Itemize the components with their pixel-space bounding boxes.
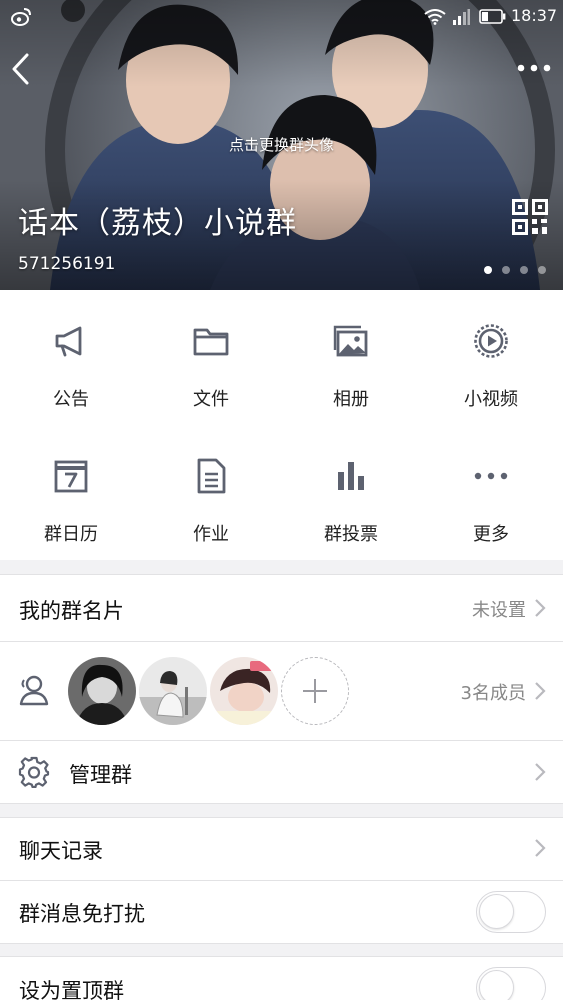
chevron-right-icon xyxy=(535,763,546,781)
weibo-icon xyxy=(11,8,31,26)
gear-icon xyxy=(18,756,50,788)
mute-row: 群消息免打扰 xyxy=(0,881,563,943)
feature-label: 群日历 xyxy=(44,524,98,545)
pin-toggle[interactable] xyxy=(476,967,546,1000)
document-icon xyxy=(197,458,226,494)
pin-title: 设为置顶群 xyxy=(19,979,124,1000)
manage-group-row[interactable]: 管理群 xyxy=(0,741,563,803)
calendar-icon xyxy=(54,460,88,493)
chevron-right-icon xyxy=(535,599,546,617)
chevron-right-icon xyxy=(535,682,546,700)
members-icon xyxy=(19,675,49,706)
status-time: 18:37 xyxy=(511,6,558,25)
feature-vote[interactable]: 群投票 xyxy=(281,290,421,545)
members-row[interactable]: 3名成员 xyxy=(0,642,563,740)
bar-chart-icon xyxy=(338,462,364,490)
feature-label: 更多 xyxy=(473,524,509,545)
page-dot xyxy=(520,266,528,274)
feature-label: 作业 xyxy=(193,524,229,545)
toggle-knob xyxy=(479,970,514,1000)
qr-code-icon[interactable] xyxy=(512,199,548,235)
member-avatar[interactable] xyxy=(68,657,136,725)
pin-row: 设为置顶群 xyxy=(0,957,563,1000)
page-dot xyxy=(502,266,510,274)
member-avatar[interactable] xyxy=(210,657,278,725)
more-options-button[interactable] xyxy=(515,56,553,80)
feature-grid: 公告 文件 相册 小视频 群日历 作业 群投票 更多 xyxy=(0,290,563,560)
feature-homework[interactable]: 作业 xyxy=(141,290,281,545)
member-avatar[interactable] xyxy=(139,657,207,725)
page-dot xyxy=(538,266,546,274)
mute-toggle[interactable] xyxy=(476,891,546,933)
add-member-button[interactable] xyxy=(281,657,349,725)
group-header: 18:37 点击更换群头像 话本（荔枝）小说群 571256191 xyxy=(0,0,563,290)
toggle-knob xyxy=(479,894,514,929)
feature-calendar[interactable]: 群日历 xyxy=(1,290,141,545)
group-card-title: 我的群名片 xyxy=(19,599,124,623)
manage-group-title: 管理群 xyxy=(69,763,132,787)
group-name: 话本（荔枝）小说群 xyxy=(18,206,297,241)
feature-label: 群投票 xyxy=(324,524,378,545)
member-count: 3名成员 xyxy=(460,683,526,704)
feature-more[interactable]: 更多 xyxy=(421,290,561,545)
battery-icon xyxy=(479,9,506,24)
page-indicator xyxy=(484,266,546,274)
group-card-value: 未设置 xyxy=(472,600,526,621)
group-card-row[interactable]: 我的群名片 未设置 xyxy=(0,575,563,641)
status-bar: 18:37 xyxy=(0,0,563,34)
section-divider xyxy=(0,803,563,804)
back-button[interactable] xyxy=(8,52,36,86)
more-dots-icon xyxy=(474,472,508,480)
wifi-icon xyxy=(424,9,446,25)
signal-icon xyxy=(453,9,470,25)
plus-icon xyxy=(303,679,327,703)
group-id: 571256191 xyxy=(18,254,116,274)
mute-title: 群消息免打扰 xyxy=(19,902,145,926)
page-dot xyxy=(484,266,492,274)
chevron-right-icon xyxy=(535,839,546,857)
change-avatar-hint[interactable]: 点击更换群头像 xyxy=(0,134,563,155)
chat-history-row[interactable]: 聊天记录 xyxy=(0,818,563,880)
chat-history-title: 聊天记录 xyxy=(19,839,103,863)
section-divider xyxy=(0,943,563,944)
